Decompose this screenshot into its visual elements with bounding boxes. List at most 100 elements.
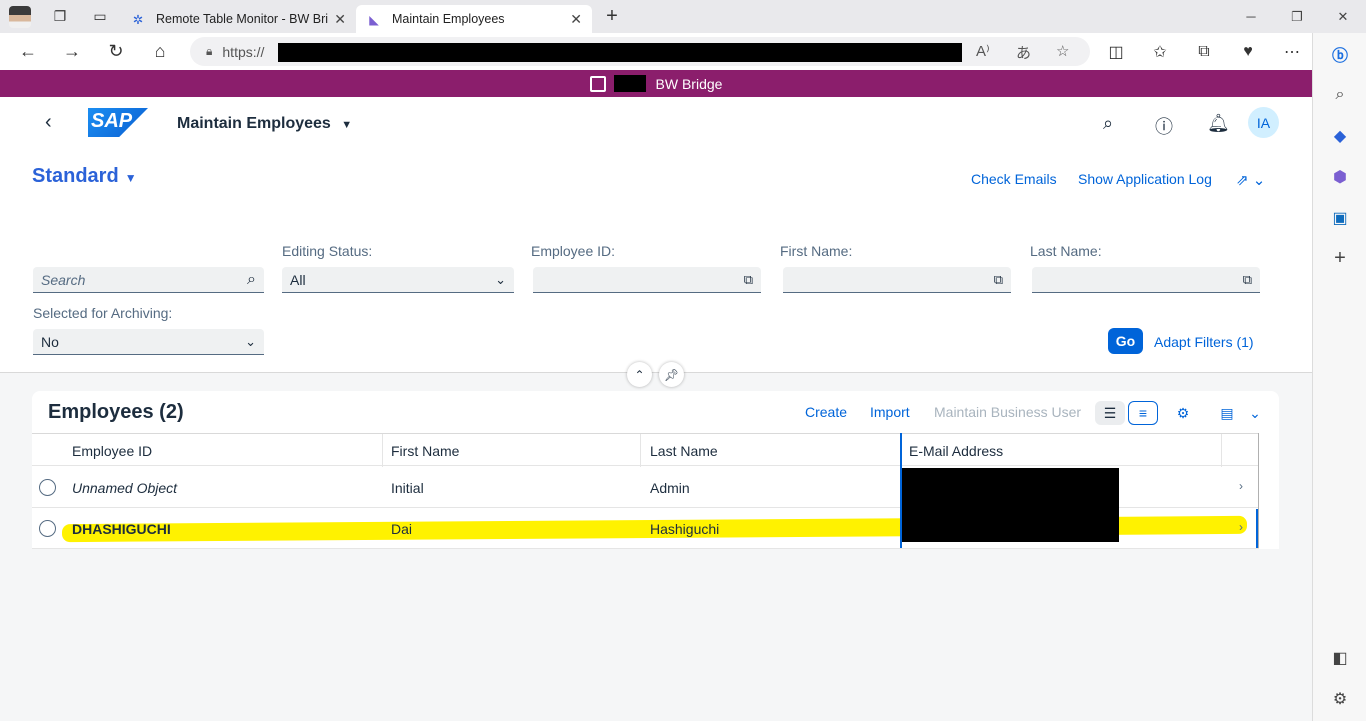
forward-arrow-icon[interactable]: →: [50, 33, 94, 70]
notifications-bell-icon[interactable]: 🔔︎: [1207, 113, 1230, 134]
check-emails-link[interactable]: Check Emails: [971, 171, 1057, 187]
go-button[interactable]: Go: [1108, 328, 1143, 354]
close-tab-icon[interactable]: ✕: [570, 11, 582, 28]
search-sidebar-icon[interactable]: ⌕: [1313, 74, 1366, 115]
search-icon[interactable]: ⌕: [1103, 113, 1113, 134]
browser-tab-maintain-employees[interactable]: ◣ Maintain Employees ✕: [356, 5, 592, 33]
cell-employee-id: Unnamed Object: [72, 479, 178, 496]
row-navigation-chevron-icon[interactable]: ›: [1239, 479, 1243, 493]
column-email-address[interactable]: E-Mail Address: [900, 434, 1222, 467]
search-placeholder: Search: [41, 271, 86, 288]
value-help-icon[interactable]: ⧉: [744, 272, 753, 288]
column-first-name[interactable]: First Name: [382, 434, 641, 467]
app-title: Maintain Employees: [177, 115, 331, 132]
office-icon[interactable]: ⬢: [1313, 156, 1366, 197]
settings-sidebar-icon[interactable]: ⚙: [1313, 678, 1366, 719]
browser-essentials-icon[interactable]: ♥: [1226, 33, 1270, 70]
lock-icon: 🔒︎: [206, 44, 213, 58]
cell-first-name: Dai: [391, 520, 413, 537]
cell-employee-id: DHASHIGUCHI: [72, 520, 171, 537]
outlook-icon[interactable]: ▣: [1313, 197, 1366, 238]
cell-first-name: Initial: [391, 479, 424, 496]
tab-actions-icon[interactable]: ▭: [80, 0, 120, 33]
share-icon[interactable]: ⇗ ⌄: [1236, 171, 1265, 189]
collapse-header-icon[interactable]: ⌃: [627, 362, 652, 387]
minimize-icon[interactable]: ─: [1228, 0, 1274, 33]
archiving-label: Selected for Archiving:: [33, 305, 173, 321]
magnifier-icon[interactable]: ⌕: [247, 271, 256, 289]
variant-selector[interactable]: Standard ▼: [32, 165, 137, 188]
settings-gear-icon[interactable]: ⚙: [1168, 401, 1198, 425]
home-icon[interactable]: ⌂: [138, 33, 182, 70]
read-aloud-icon[interactable]: A⁾: [976, 42, 990, 60]
user-avatar[interactable]: IA: [1248, 107, 1279, 138]
export-menu-chevron-icon[interactable]: ⌄: [1240, 401, 1270, 425]
column-employee-id[interactable]: Employee ID: [63, 434, 383, 467]
back-arrow-icon[interactable]: ←: [6, 33, 50, 70]
employee-id-label: Employee ID:: [531, 243, 616, 259]
more-menu-icon[interactable]: ⋯: [1270, 33, 1314, 70]
sidebar-layout-icon[interactable]: ◧: [1313, 637, 1366, 678]
search-input[interactable]: Search ⌕: [33, 267, 264, 293]
column-last-name[interactable]: Last Name: [641, 434, 901, 467]
new-tab-icon[interactable]: +: [592, 0, 632, 33]
adapt-filters-link[interactable]: Adapt Filters (1): [1154, 334, 1254, 350]
filter-header: Standard ▼ Check Emails Show Application …: [0, 153, 1312, 373]
translate-icon[interactable]: あ: [1016, 42, 1031, 63]
refresh-icon[interactable]: ↻: [94, 33, 138, 70]
editing-status-value: All: [290, 271, 306, 288]
restore-icon[interactable]: ❐: [1274, 0, 1320, 33]
column-focus-indicator: [900, 433, 902, 548]
employees-table-card: Employees (2) Create Import Maintain Bus…: [32, 391, 1279, 549]
pin-header-icon[interactable]: 📌︎: [659, 362, 684, 387]
chevron-down-icon: ▼: [341, 119, 353, 131]
show-application-log-link[interactable]: Show Application Log: [1078, 171, 1212, 187]
create-button[interactable]: Create: [805, 404, 847, 420]
import-button[interactable]: Import: [870, 404, 910, 420]
close-window-icon[interactable]: ✕: [1320, 0, 1366, 33]
editing-status-select[interactable]: All ⌄: [282, 267, 514, 293]
row-navigation-chevron-icon[interactable]: ›: [1239, 520, 1243, 534]
table-header: Employee ID First Name Last Name E-Mail …: [32, 433, 1259, 467]
first-name-input[interactable]: ⧉: [783, 267, 1011, 293]
help-icon[interactable]: ⓘ: [1155, 113, 1173, 139]
collections-icon[interactable]: ⧉: [1182, 33, 1226, 70]
shopping-icon[interactable]: ◆: [1313, 115, 1366, 156]
add-sidebar-icon[interactable]: +: [1313, 238, 1366, 279]
last-name-label: Last Name:: [1030, 243, 1102, 259]
browser-tab-remote-table-monitor[interactable]: ✲ Remote Table Monitor - BW Bridge ✕: [120, 5, 356, 33]
table-border: [1258, 433, 1259, 548]
redacted-system-name: [613, 75, 646, 92]
condensed-view-icon[interactable]: ≡: [1128, 401, 1158, 425]
chevron-down-icon: ⌄: [495, 271, 506, 287]
value-help-icon[interactable]: ⧉: [994, 272, 1003, 288]
workspaces-icon[interactable]: ❐: [40, 0, 80, 33]
value-help-icon[interactable]: ⧉: [1243, 272, 1252, 288]
chevron-down-icon: ▼: [124, 171, 137, 185]
maintain-business-user-button[interactable]: Maintain Business User: [934, 404, 1081, 420]
system-icon: [589, 75, 606, 92]
browser-tab-bar: ❐ ▭ ✲ Remote Table Monitor - BW Bridge ✕…: [0, 0, 1366, 33]
favorites-icon[interactable]: ✩: [1138, 33, 1182, 70]
row-select-radio[interactable]: [39, 520, 56, 537]
employee-id-input[interactable]: ⧉: [533, 267, 761, 293]
sap-logo[interactable]: SAP: [88, 108, 148, 137]
row-select-radio[interactable]: [39, 479, 56, 496]
export-icon[interactable]: ▤: [1212, 401, 1242, 425]
favorite-star-icon[interactable]: ☆: [1056, 42, 1069, 60]
url-field[interactable]: 🔒︎ https:// A⁾ あ ☆: [190, 37, 1090, 66]
sap-logo-text: SAP: [91, 110, 133, 132]
banner-title: BW Bridge: [655, 75, 723, 92]
split-screen-icon[interactable]: ◫: [1094, 33, 1138, 70]
app-title-menu[interactable]: Maintain Employees ▼: [177, 115, 352, 133]
copilot-icon[interactable]: ⓑ: [1313, 33, 1366, 74]
archiving-select[interactable]: No ⌄: [33, 329, 264, 355]
back-chevron-icon[interactable]: ‹: [45, 111, 52, 134]
list-view-icon[interactable]: ☰: [1095, 401, 1125, 425]
close-tab-icon[interactable]: ✕: [334, 11, 346, 28]
last-name-input[interactable]: ⧉: [1032, 267, 1260, 293]
archiving-value: No: [41, 333, 59, 350]
variant-name: Standard: [32, 165, 119, 187]
redacted-url: [278, 43, 962, 62]
profile-avatar[interactable]: [9, 5, 31, 28]
